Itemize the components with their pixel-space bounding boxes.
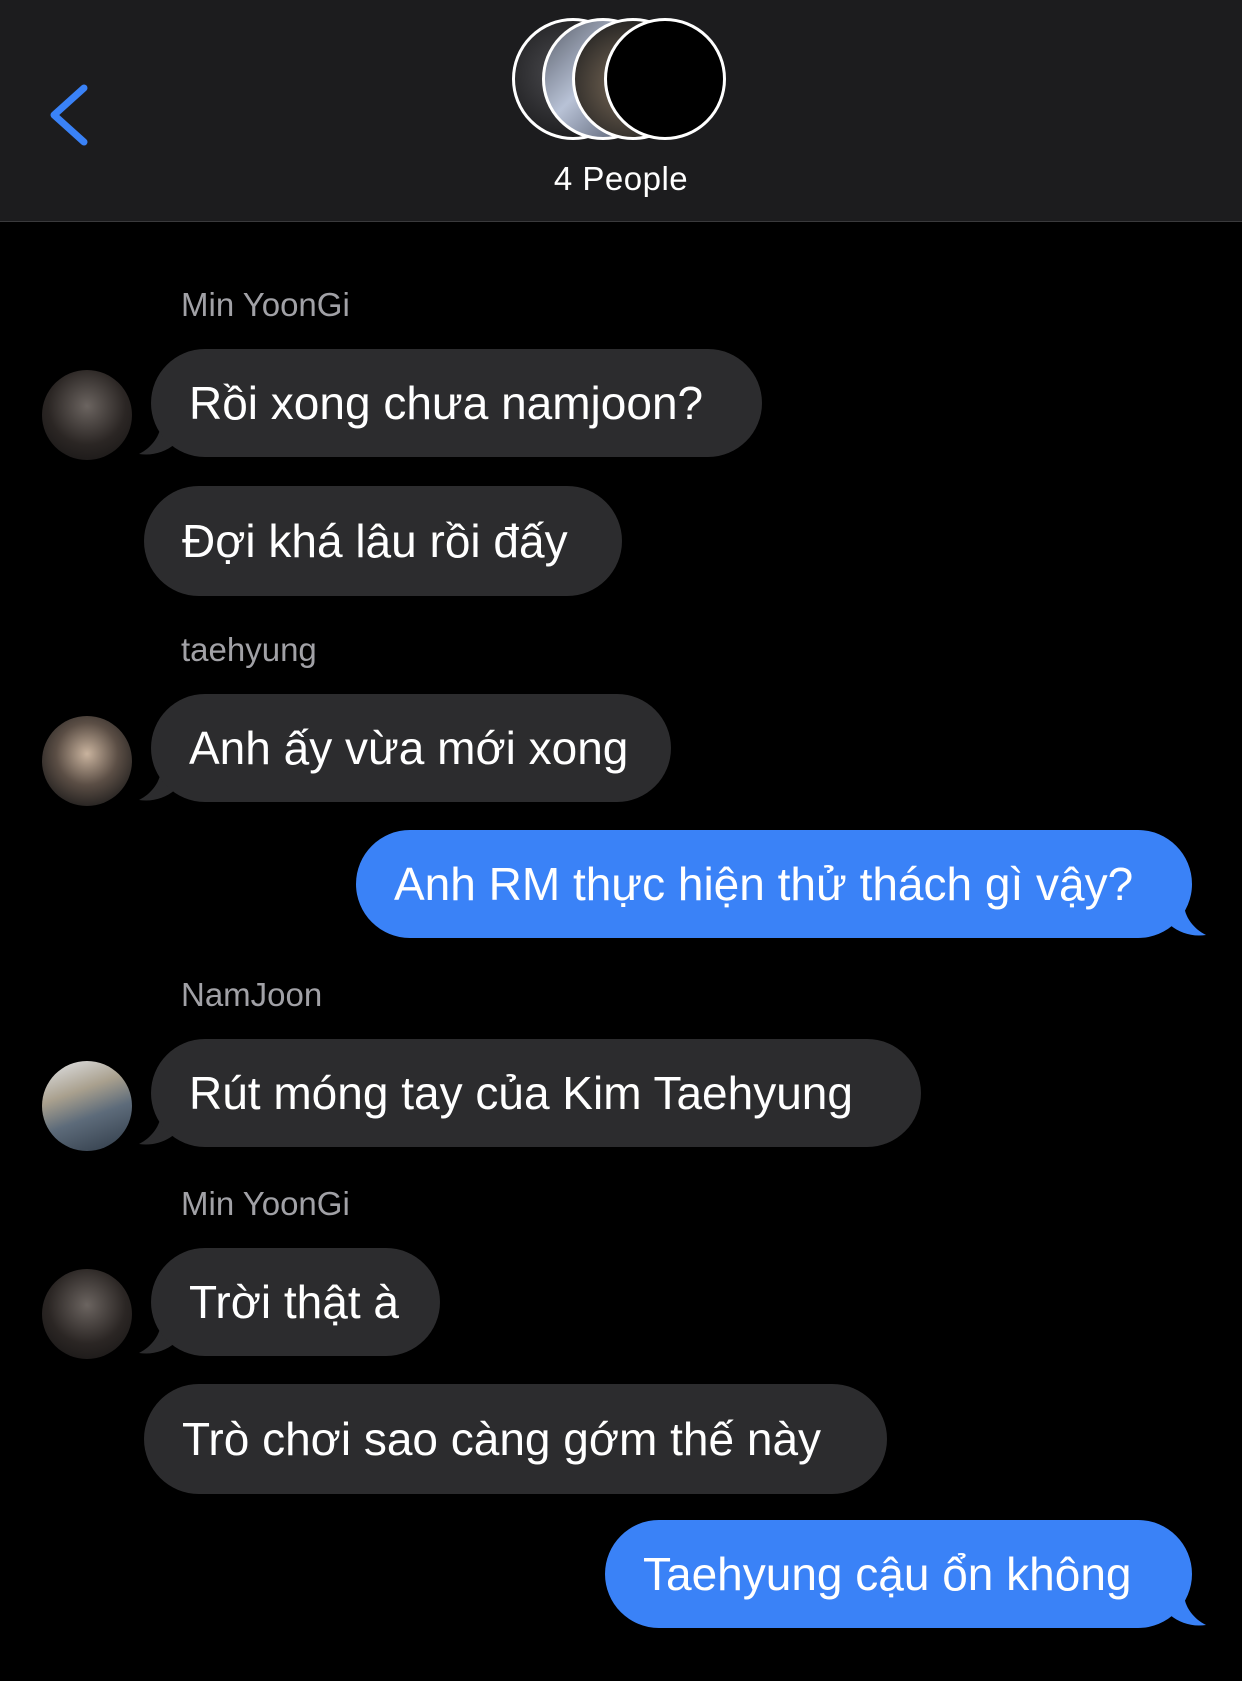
message-text: Rút móng tay của Kim Taehyung: [189, 1067, 853, 1119]
message-bubble[interactable]: Trời thật à: [151, 1248, 440, 1356]
sender-name: taehyung: [181, 631, 317, 668]
avatar[interactable]: [42, 1269, 132, 1359]
group-avatar-stack[interactable]: [512, 16, 732, 146]
avatar[interactable]: [42, 370, 132, 460]
message-bubble[interactable]: Anh RM thực hiện thử thách gì vậy?: [356, 830, 1192, 938]
sender-name: Min YoonGi: [181, 286, 350, 323]
message-text: Đợi khá lâu rồi đấy: [182, 515, 568, 567]
message-bubble[interactable]: Rồi xong chưa namjoon?: [151, 349, 762, 457]
message-text: Taehyung cậu ổn không: [643, 1548, 1132, 1600]
message-text: Anh RM thực hiện thử thách gì vậy?: [394, 858, 1134, 910]
message-bubble[interactable]: Trò chơi sao càng gớm thế này: [144, 1384, 887, 1494]
message-text: Trời thật à: [189, 1276, 399, 1328]
sender-name: Min YoonGi: [181, 1185, 350, 1222]
message-text: Rồi xong chưa namjoon?: [189, 377, 704, 429]
conversation-header: 4 People: [0, 0, 1242, 222]
sender-name: NamJoon: [181, 976, 323, 1013]
avatar[interactable]: [42, 1061, 132, 1151]
group-member-avatar: [604, 18, 726, 140]
message-text: Anh ấy vừa mới xong: [189, 722, 629, 774]
message-bubble[interactable]: Đợi khá lâu rồi đấy: [144, 486, 622, 596]
avatar[interactable]: [42, 716, 132, 806]
message-bubble[interactable]: Rút móng tay của Kim Taehyung: [151, 1039, 921, 1147]
chevron-left-icon: [50, 84, 88, 146]
message-text: Trò chơi sao càng gớm thế này: [182, 1413, 822, 1465]
conversation-title[interactable]: 4 People: [0, 160, 1242, 198]
message-bubble[interactable]: Taehyung cậu ổn không: [605, 1520, 1192, 1628]
message-bubble[interactable]: Anh ấy vừa mới xong: [151, 694, 671, 802]
back-button[interactable]: [40, 80, 100, 150]
